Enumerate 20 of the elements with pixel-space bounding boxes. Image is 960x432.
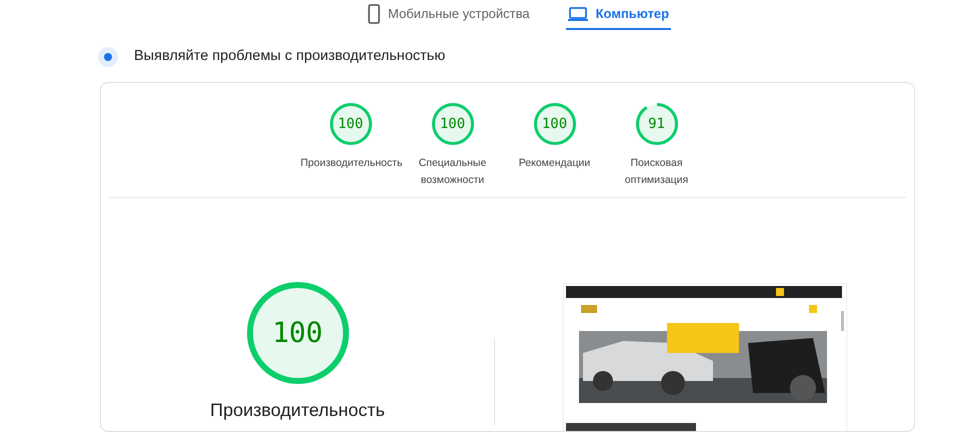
phone-icon [368,4,380,24]
category-label: Производительность [300,156,400,171]
laptop-icon [568,6,588,22]
score-gauge [330,103,372,145]
category-label: Поисковая оптимизация [624,156,690,188]
score-gauge [534,103,576,145]
category-label: Специальные возможности [418,156,488,188]
score-gauge [432,103,474,145]
score-value: 91 [648,117,665,131]
section-heading: Выявляйте проблемы с производительностью [134,47,446,66]
category-label: Рекомендации [518,156,592,171]
score-value: 100 [338,117,364,131]
category-title: Производительность [210,399,385,422]
device-tab[interactable]: Компьютер [566,0,672,30]
gauge-dot-icon [98,47,118,67]
score-value: 100 [542,117,568,131]
score-gauge [636,103,678,145]
score-value: 100 [272,319,323,347]
device-tab[interactable]: Мобильные устройства [366,0,532,30]
score-value: 100 [440,117,466,131]
